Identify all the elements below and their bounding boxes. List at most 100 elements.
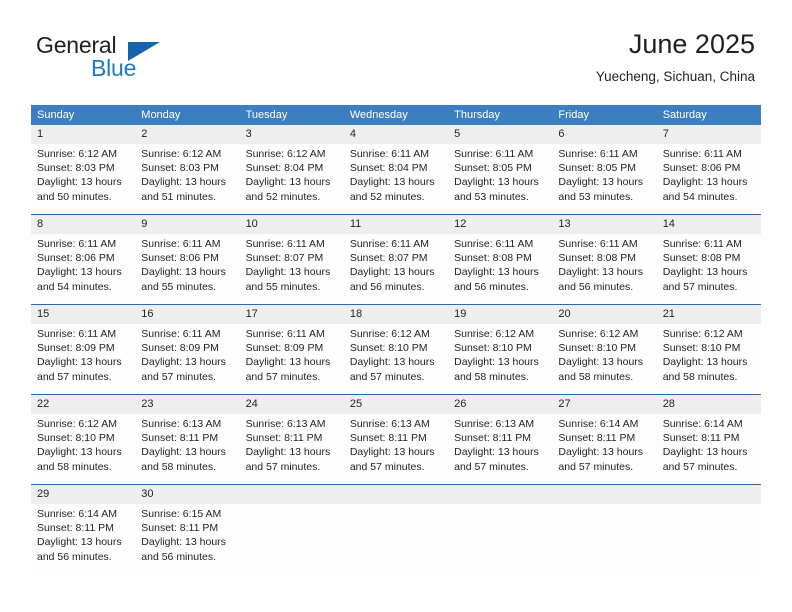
day-detail-line: Sunset: 8:10 PM xyxy=(454,342,532,355)
day-number[interactable]: 13 xyxy=(552,215,656,234)
day-number[interactable]: 28 xyxy=(657,395,761,414)
day-number[interactable]: 3 xyxy=(240,125,344,144)
day-detail-line: Daylight: 13 hours xyxy=(37,266,122,279)
day-number[interactable]: 27 xyxy=(552,395,656,414)
day-cell[interactable]: Sunrise: 6:12 AM Sunset: 8:03 PM Daylight:… xyxy=(135,144,239,214)
day-number[interactable]: 2 xyxy=(135,125,239,144)
weekday-header-thursday: Thursday xyxy=(454,109,500,121)
day-number[interactable]: 10 xyxy=(240,215,344,234)
day-cell[interactable]: Sunrise: 6:11 AM Sunset: 8:08 PM Daylight:… xyxy=(552,234,656,304)
day-detail-line: Sunset: 8:10 PM xyxy=(349,342,428,355)
day-detail-line: Daylight: 13 hours xyxy=(37,356,122,369)
day-detail-line: and 53 minutes. xyxy=(454,190,529,203)
day-cell[interactable]: Sunrise: 6:12 AM Sunset: 8:10 PM Daylight:… xyxy=(344,324,448,394)
day-detail-line: Daylight: 13 hours xyxy=(245,266,331,279)
day-number[interactable]: 26 xyxy=(448,395,552,414)
day-detail-line: and 58 minutes. xyxy=(558,370,634,383)
day-detail-line: Sunset: 8:05 PM xyxy=(454,162,532,175)
day-cell[interactable]: Sunrise: 6:12 AM Sunset: 8:04 PM Daylight:… xyxy=(240,144,344,214)
day-number[interactable]: 16 xyxy=(135,305,239,324)
day-detail-line: Sunrise: 6:11 AM xyxy=(245,238,325,250)
day-number[interactable]: 24 xyxy=(240,395,344,414)
day-number[interactable]: 5 xyxy=(448,125,552,144)
day-detail-line: Sunset: 8:10 PM xyxy=(37,432,115,445)
weekday-header-wednesday: Wednesday xyxy=(349,109,408,121)
day-number[interactable]: 22 xyxy=(31,395,135,414)
day-detail-line: and 52 minutes. xyxy=(245,190,321,203)
day-number[interactable]: 19 xyxy=(448,305,552,324)
day-number[interactable]: 17 xyxy=(240,305,344,324)
day-cell[interactable]: Sunrise: 6:11 AM Sunset: 8:07 PM Daylight:… xyxy=(344,234,448,304)
day-detail-line: and 57 minutes. xyxy=(349,370,425,383)
day-detail-line: and 57 minutes. xyxy=(349,460,425,473)
day-cell[interactable]: Sunrise: 6:15 AM Sunset: 8:11 PM Daylight:… xyxy=(135,504,239,574)
day-cell[interactable]: Sunrise: 6:11 AM Sunset: 8:09 PM Daylight:… xyxy=(240,324,344,394)
day-number[interactable]: 14 xyxy=(657,215,761,234)
day-cell[interactable]: Sunrise: 6:12 AM Sunset: 8:03 PM Daylight:… xyxy=(31,144,135,214)
day-number[interactable]: 23 xyxy=(135,395,239,414)
day-cell[interactable]: Sunrise: 6:11 AM Sunset: 8:05 PM Daylight:… xyxy=(552,144,656,214)
day-cell[interactable]: Sunrise: 6:11 AM Sunset: 8:06 PM Daylight:… xyxy=(657,144,761,214)
day-detail-line: Sunset: 8:06 PM xyxy=(662,162,741,175)
day-detail-line: Sunrise: 6:11 AM xyxy=(37,238,117,250)
brand-logo: General Blue xyxy=(36,32,236,88)
day-number[interactable]: 21 xyxy=(657,305,761,324)
day-cell[interactable]: Sunrise: 6:14 AM Sunset: 8:11 PM Daylight:… xyxy=(31,504,135,574)
day-detail-line: Daylight: 13 hours xyxy=(662,266,748,279)
day-number[interactable]: 4 xyxy=(344,125,448,144)
day-cell[interactable]: Sunrise: 6:13 AM Sunset: 8:11 PM Daylight:… xyxy=(135,414,239,484)
day-number[interactable]: 30 xyxy=(135,485,239,504)
day-cell[interactable]: Sunrise: 6:12 AM Sunset: 8:10 PM Daylight:… xyxy=(657,324,761,394)
day-cell[interactable]: Sunrise: 6:11 AM Sunset: 8:09 PM Daylight:… xyxy=(135,324,239,394)
day-cell[interactable]: Sunrise: 6:13 AM Sunset: 8:11 PM Daylight:… xyxy=(344,414,448,484)
day-detail-line: and 56 minutes. xyxy=(141,550,216,563)
calendar-week-row: 8 9 10 11 12 13 14 Sunrise: 6:11 AM Sunset: 8:06… xyxy=(31,214,761,304)
day-cell[interactable]: Sunrise: 6:14 AM Sunset: 8:11 PM Daylight:… xyxy=(552,414,656,484)
day-number[interactable]: 7 xyxy=(657,125,761,144)
day-number-empty xyxy=(240,485,344,504)
day-cell[interactable]: Sunrise: 6:12 AM Sunset: 8:10 PM Daylight:… xyxy=(552,324,656,394)
day-cell[interactable]: Sunrise: 6:12 AM Sunset: 8:10 PM Daylight:… xyxy=(31,414,135,484)
day-cell[interactable]: Sunrise: 6:11 AM Sunset: 8:06 PM Daylight:… xyxy=(31,234,135,304)
day-cell[interactable]: Sunrise: 6:11 AM Sunset: 8:05 PM Daylight:… xyxy=(448,144,552,214)
week-day-number-row: 15 16 17 18 19 20 21 xyxy=(31,305,761,324)
day-detail-line: Sunrise: 6:11 AM xyxy=(37,328,117,340)
day-detail-line: Daylight: 13 hours xyxy=(245,356,331,369)
day-number[interactable]: 12 xyxy=(448,215,552,234)
day-cell[interactable]: Sunrise: 6:11 AM Sunset: 8:08 PM Daylight:… xyxy=(657,234,761,304)
day-number[interactable]: 20 xyxy=(552,305,656,324)
day-detail-line: Sunset: 8:08 PM xyxy=(454,252,532,265)
day-detail-line: Sunrise: 6:12 AM xyxy=(454,328,535,340)
day-cell[interactable]: Sunrise: 6:11 AM Sunset: 8:07 PM Daylight:… xyxy=(240,234,344,304)
day-detail-line: and 55 minutes. xyxy=(141,280,216,293)
day-cell[interactable]: Sunrise: 6:11 AM Sunset: 8:04 PM Daylight:… xyxy=(344,144,448,214)
calendar-weeks: 1 2 3 4 5 6 7 Sunrise: 6:12 AM Sunset: 8:03 PM Da… xyxy=(31,125,761,574)
day-detail-line: and 56 minutes. xyxy=(558,280,634,293)
day-detail-line: Sunset: 8:11 PM xyxy=(37,522,114,535)
day-detail-line: Daylight: 13 hours xyxy=(141,176,226,189)
day-cell[interactable]: Sunrise: 6:11 AM Sunset: 8:06 PM Daylight:… xyxy=(135,234,239,304)
day-detail-line: Daylight: 13 hours xyxy=(349,356,435,369)
day-cell[interactable]: Sunrise: 6:11 AM Sunset: 8:09 PM Daylight:… xyxy=(31,324,135,394)
day-detail-line: and 57 minutes. xyxy=(245,370,321,383)
day-cell[interactable]: Sunrise: 6:13 AM Sunset: 8:11 PM Daylight:… xyxy=(448,414,552,484)
day-cell[interactable]: Sunrise: 6:13 AM Sunset: 8:11 PM Daylight:… xyxy=(240,414,344,484)
day-number[interactable]: 9 xyxy=(135,215,239,234)
day-cell[interactable]: Sunrise: 6:14 AM Sunset: 8:11 PM Daylight:… xyxy=(657,414,761,484)
day-cell[interactable]: Sunrise: 6:11 AM Sunset: 8:08 PM Daylight:… xyxy=(448,234,552,304)
day-detail-line: and 54 minutes. xyxy=(662,190,738,203)
day-number[interactable]: 29 xyxy=(31,485,135,504)
day-number[interactable]: 8 xyxy=(31,215,135,234)
day-detail-line: and 54 minutes. xyxy=(37,280,112,293)
day-number-empty xyxy=(448,485,552,504)
day-detail-line: and 57 minutes. xyxy=(558,460,634,473)
day-number[interactable]: 25 xyxy=(344,395,448,414)
day-number[interactable]: 15 xyxy=(31,305,135,324)
day-detail-line: Daylight: 13 hours xyxy=(141,446,226,459)
day-number[interactable]: 6 xyxy=(552,125,656,144)
day-detail-line: and 57 minutes. xyxy=(141,370,216,383)
day-number[interactable]: 18 xyxy=(344,305,448,324)
day-cell[interactable]: Sunrise: 6:12 AM Sunset: 8:10 PM Daylight:… xyxy=(448,324,552,394)
day-number[interactable]: 11 xyxy=(344,215,448,234)
day-number[interactable]: 1 xyxy=(31,125,135,144)
